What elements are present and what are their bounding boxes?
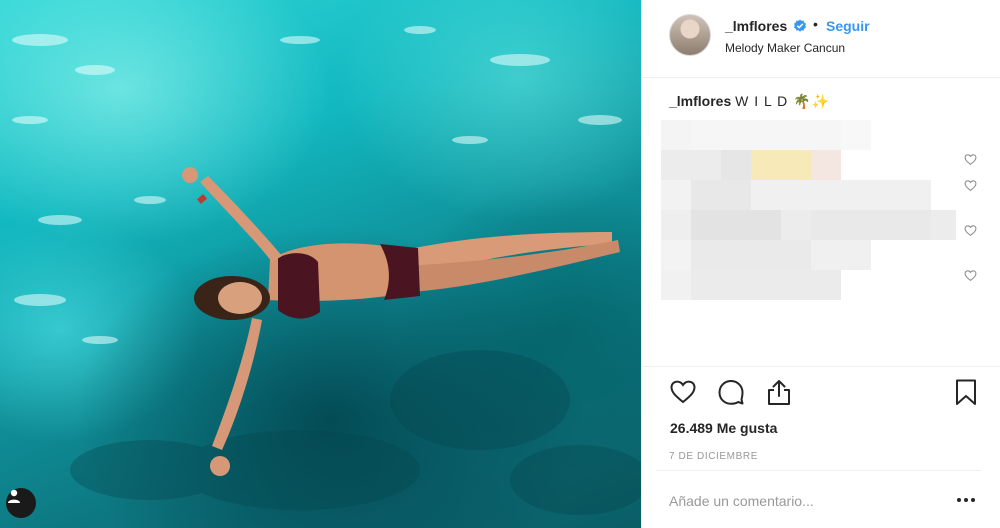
comment-input[interactable] bbox=[669, 491, 929, 511]
comment-like-heart-icon[interactable] bbox=[964, 153, 977, 166]
actions-divider bbox=[642, 366, 1000, 367]
avatar[interactable] bbox=[669, 14, 711, 56]
caption: _lmflores W I L D 🌴✨ bbox=[669, 93, 830, 110]
user-silhouette-icon bbox=[8, 489, 20, 503]
share-icon[interactable] bbox=[765, 378, 793, 406]
location-link[interactable]: Melody Maker Cancun bbox=[725, 41, 845, 55]
likes-count[interactable]: 26.489 Me gusta bbox=[670, 420, 777, 436]
verified-badge-icon bbox=[794, 19, 806, 32]
heart-icon[interactable] bbox=[669, 378, 697, 406]
caption-username[interactable]: _lmflores bbox=[669, 93, 731, 109]
comment-icon[interactable] bbox=[717, 378, 745, 406]
caption-text: W I L D 🌴✨ bbox=[735, 93, 831, 109]
blurred-comments bbox=[661, 120, 956, 302]
post-date[interactable]: 7 de diciembre bbox=[669, 451, 758, 462]
follow-button[interactable]: Seguir bbox=[826, 18, 870, 34]
separator-dot: • bbox=[813, 16, 818, 32]
comment-like-heart-icon[interactable] bbox=[964, 224, 977, 237]
comment-like-heart-icon[interactable] bbox=[964, 179, 977, 192]
post-header: _lmflores • Seguir Melody Maker Cancun bbox=[642, 0, 1000, 78]
bookmark-icon[interactable] bbox=[952, 378, 980, 406]
post-photo[interactable] bbox=[0, 0, 641, 528]
comment-like-heart-icon[interactable] bbox=[964, 269, 977, 282]
photo-scene bbox=[12, 26, 641, 515]
more-options-icon[interactable] bbox=[954, 493, 978, 507]
author-username[interactable]: _lmflores bbox=[725, 18, 787, 34]
add-comment-section bbox=[656, 470, 981, 528]
user-icon[interactable] bbox=[6, 488, 36, 518]
post-side-panel: _lmflores • Seguir Melody Maker Cancun _… bbox=[641, 0, 1000, 528]
